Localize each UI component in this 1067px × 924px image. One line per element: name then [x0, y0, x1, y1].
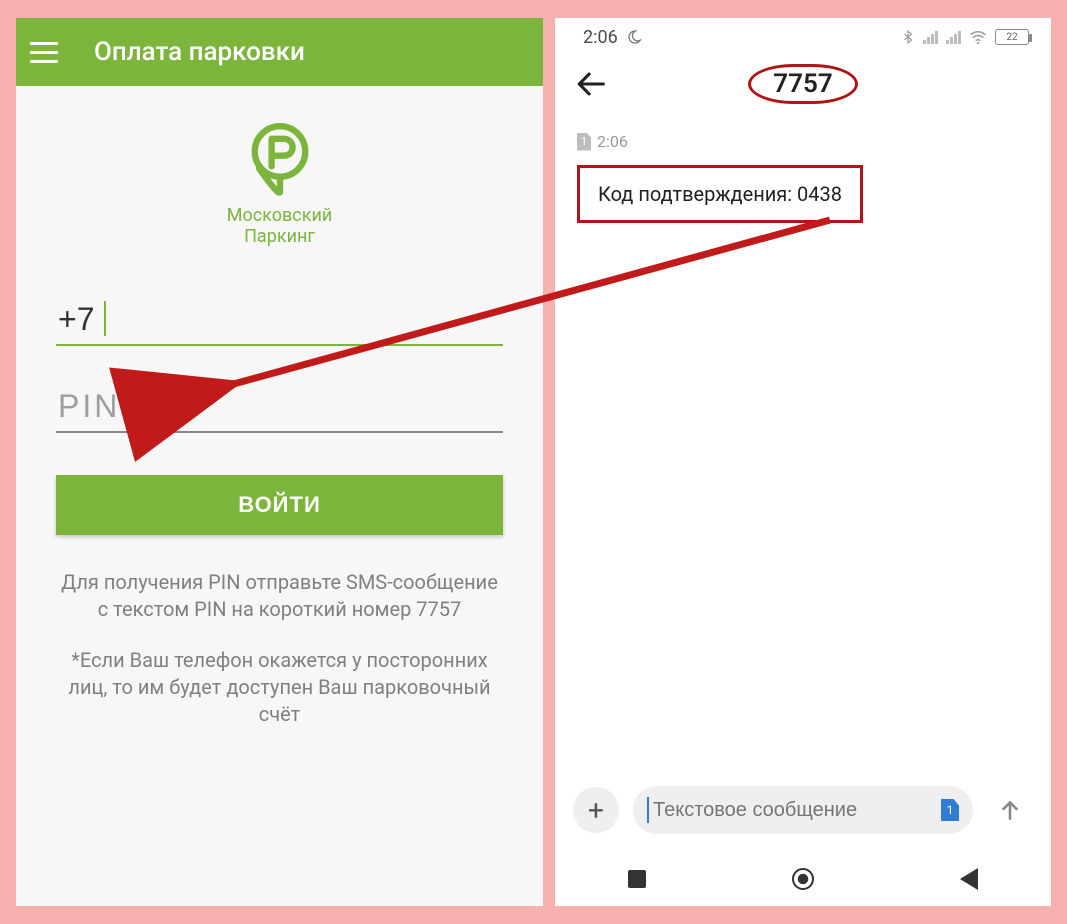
battery-level: 22	[1006, 32, 1017, 43]
logo-line1: Московский	[227, 205, 332, 226]
pin-input[interactable]	[56, 382, 503, 433]
bluetooth-icon	[901, 30, 915, 44]
statusbar: 2:06 22	[555, 18, 1051, 56]
phone-input[interactable]	[56, 295, 503, 346]
contact-number[interactable]: 7757	[748, 64, 857, 104]
nav-recent-icon[interactable]	[628, 870, 646, 888]
statusbar-time: 2:06	[583, 27, 618, 48]
parking-logo: Московский Паркинг	[227, 122, 332, 247]
arrow-up-icon	[997, 797, 1023, 823]
signal-icon-1	[923, 30, 938, 44]
sms-app-screen: 2:06 22 7757 1 2:06 Код подтверждения: 0…	[555, 18, 1051, 906]
signal-icon-2	[946, 30, 961, 44]
message-bubble[interactable]: Код подтверждения: 0438	[577, 165, 863, 223]
parking-logo-icon	[246, 122, 314, 202]
login-button[interactable]: ВОЙТИ	[56, 475, 503, 535]
battery-icon: 22	[995, 29, 1029, 45]
menu-icon[interactable]	[30, 34, 66, 70]
conversation-header: 7757	[555, 56, 1051, 112]
nav-home-icon[interactable]	[792, 868, 814, 890]
message-timestamp: 1 2:06	[577, 132, 1029, 151]
plus-icon: +	[588, 794, 604, 827]
android-navbar	[555, 852, 1051, 906]
arrow-left-icon	[575, 67, 609, 101]
sim-select-icon[interactable]: 1	[941, 799, 959, 821]
wifi-icon	[969, 30, 987, 44]
send-button[interactable]	[987, 787, 1033, 833]
compose-caret	[647, 797, 649, 823]
security-hint-text: *Если Ваш телефон окажется у посторонних…	[56, 647, 503, 728]
compose-input-wrap: 1	[633, 786, 973, 834]
message-composer: + 1	[555, 770, 1051, 852]
logo-text: Московский Паркинг	[227, 206, 332, 247]
attach-button[interactable]: +	[573, 787, 619, 833]
back-button[interactable]	[575, 67, 609, 101]
text-caret	[104, 301, 106, 336]
parking-app-screen: Оплата парковки Московский Паркинг ВОЙТИ…	[16, 18, 543, 906]
appbar-title: Оплата парковки	[94, 37, 305, 67]
appbar: Оплата парковки	[16, 18, 543, 86]
sim-chip-icon: 1	[577, 133, 591, 151]
phone-field-wrap	[56, 295, 503, 346]
pin-hint-text: Для получения PIN отправьте SMS-сообщени…	[56, 569, 503, 623]
nav-back-icon[interactable]	[960, 868, 978, 890]
pin-field-wrap	[56, 382, 503, 433]
logo-line2: Паркинг	[244, 226, 315, 247]
dnd-moon-icon	[626, 29, 642, 45]
login-form: Московский Паркинг ВОЙТИ Для получения P…	[16, 86, 543, 906]
message-time: 2:06	[597, 132, 628, 151]
compose-input[interactable]	[653, 799, 941, 822]
message-list[interactable]: 1 2:06 Код подтверждения: 0438	[555, 112, 1051, 770]
